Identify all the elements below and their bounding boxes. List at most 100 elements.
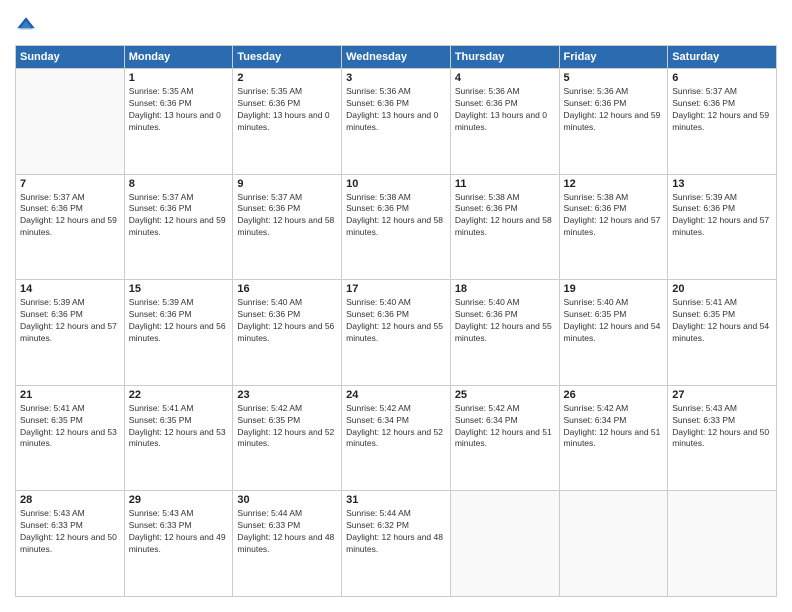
- sunset-text: Sunset: 6:35 PM: [672, 309, 772, 321]
- cell-info: Sunrise: 5:38 AMSunset: 6:36 PMDaylight:…: [455, 192, 555, 240]
- daylight-text: Daylight: 12 hours and 51 minutes.: [455, 427, 555, 451]
- sunrise-text: Sunrise: 5:40 AM: [455, 297, 555, 309]
- daylight-text: Daylight: 12 hours and 56 minutes.: [237, 321, 337, 345]
- day-number: 26: [564, 389, 664, 401]
- sunset-text: Sunset: 6:36 PM: [346, 309, 446, 321]
- day-number: 31: [346, 494, 446, 506]
- daylight-text: Daylight: 12 hours and 53 minutes.: [20, 427, 120, 451]
- sunset-text: Sunset: 6:36 PM: [564, 203, 664, 215]
- calendar-cell: 9Sunrise: 5:37 AMSunset: 6:36 PMDaylight…: [233, 174, 342, 280]
- sunset-text: Sunset: 6:36 PM: [455, 98, 555, 110]
- calendar-week-3: 14Sunrise: 5:39 AMSunset: 6:36 PMDayligh…: [16, 280, 777, 386]
- sunset-text: Sunset: 6:36 PM: [129, 309, 229, 321]
- cell-info: Sunrise: 5:42 AMSunset: 6:34 PMDaylight:…: [346, 403, 446, 451]
- calendar-cell: 8Sunrise: 5:37 AMSunset: 6:36 PMDaylight…: [124, 174, 233, 280]
- day-number: 22: [129, 389, 229, 401]
- sunrise-text: Sunrise: 5:37 AM: [20, 192, 120, 204]
- daylight-text: Daylight: 12 hours and 57 minutes.: [564, 215, 664, 239]
- sunset-text: Sunset: 6:34 PM: [346, 415, 446, 427]
- calendar-cell: 7 Sunrise: 5:37 AMSunset: 6:36 PMDaylight…: [16, 174, 125, 280]
- day-number: 14: [20, 283, 120, 295]
- calendar-week-5: 28Sunrise: 5:43 AMSunset: 6:33 PMDayligh…: [16, 491, 777, 597]
- day-number: 20: [672, 283, 772, 295]
- sunrise-text: Sunrise: 5:39 AM: [20, 297, 120, 309]
- cell-info: Sunrise: 5:40 AMSunset: 6:36 PMDaylight:…: [346, 297, 446, 345]
- calendar-cell: 27Sunrise: 5:43 AMSunset: 6:33 PMDayligh…: [668, 385, 777, 491]
- day-number: 15: [129, 283, 229, 295]
- sunrise-text: Sunrise: 5:40 AM: [237, 297, 337, 309]
- sunset-text: Sunset: 6:34 PM: [564, 415, 664, 427]
- sunrise-text: Sunrise: 5:39 AM: [672, 192, 772, 204]
- cell-info: Sunrise: 5:36 AMSunset: 6:36 PMDaylight:…: [564, 86, 664, 134]
- calendar-header-thursday: Thursday: [450, 46, 559, 69]
- calendar-header-tuesday: Tuesday: [233, 46, 342, 69]
- daylight-text: Daylight: 12 hours and 50 minutes.: [20, 532, 120, 556]
- sunrise-text: Sunrise: 5:44 AM: [346, 508, 446, 520]
- daylight-text: Daylight: 12 hours and 49 minutes.: [129, 532, 229, 556]
- calendar-cell: 28Sunrise: 5:43 AMSunset: 6:33 PMDayligh…: [16, 491, 125, 597]
- day-number: 27: [672, 389, 772, 401]
- day-number: 12: [564, 178, 664, 190]
- sunset-text: Sunset: 6:35 PM: [564, 309, 664, 321]
- sunrise-text: Sunrise: 5:37 AM: [129, 192, 229, 204]
- day-number: 1: [129, 72, 229, 84]
- daylight-text: Daylight: 12 hours and 54 minutes.: [672, 321, 772, 345]
- sunrise-text: Sunrise: 5:40 AM: [564, 297, 664, 309]
- sunset-text: Sunset: 6:32 PM: [346, 520, 446, 532]
- sunset-text: Sunset: 6:36 PM: [346, 98, 446, 110]
- cell-info: Sunrise: 5:35 AMSunset: 6:36 PMDaylight:…: [129, 86, 229, 134]
- calendar-cell: 29Sunrise: 5:43 AMSunset: 6:33 PMDayligh…: [124, 491, 233, 597]
- logo: [15, 15, 41, 37]
- daylight-text: Daylight: 13 hours and 0 minutes.: [129, 110, 229, 134]
- sunrise-text: Sunrise: 5:42 AM: [564, 403, 664, 415]
- day-number: 3: [346, 72, 446, 84]
- calendar-cell: 11Sunrise: 5:38 AMSunset: 6:36 PMDayligh…: [450, 174, 559, 280]
- sunset-text: Sunset: 6:36 PM: [564, 98, 664, 110]
- calendar-week-4: 21Sunrise: 5:41 AMSunset: 6:35 PMDayligh…: [16, 385, 777, 491]
- sunrise-text: Sunrise: 5:41 AM: [129, 403, 229, 415]
- sunrise-text: Sunrise: 5:37 AM: [237, 192, 337, 204]
- cell-info: Sunrise: 5:44 AMSunset: 6:32 PMDaylight:…: [346, 508, 446, 556]
- header: [15, 15, 777, 37]
- calendar-cell: 1 Sunrise: 5:35 AMSunset: 6:36 PMDaylight…: [124, 69, 233, 175]
- day-number: 7: [20, 178, 120, 190]
- cell-info: Sunrise: 5:37 AMSunset: 6:36 PMDaylight:…: [20, 192, 120, 240]
- calendar-cell: [450, 491, 559, 597]
- sunset-text: Sunset: 6:36 PM: [20, 309, 120, 321]
- calendar-header-wednesday: Wednesday: [342, 46, 451, 69]
- daylight-text: Daylight: 12 hours and 55 minutes.: [455, 321, 555, 345]
- sunset-text: Sunset: 6:36 PM: [129, 203, 229, 215]
- cell-info: Sunrise: 5:41 AMSunset: 6:35 PMDaylight:…: [20, 403, 120, 451]
- day-number: 16: [237, 283, 337, 295]
- calendar-cell: 2Sunrise: 5:35 AMSunset: 6:36 PMDaylight…: [233, 69, 342, 175]
- daylight-text: Daylight: 12 hours and 59 minutes.: [564, 110, 664, 134]
- sunset-text: Sunset: 6:33 PM: [20, 520, 120, 532]
- cell-info: Sunrise: 5:42 AMSunset: 6:34 PMDaylight:…: [455, 403, 555, 451]
- daylight-text: Daylight: 12 hours and 59 minutes.: [20, 215, 120, 239]
- sunrise-text: Sunrise: 5:42 AM: [455, 403, 555, 415]
- sunset-text: Sunset: 6:36 PM: [129, 98, 229, 110]
- calendar-header-sunday: Sunday: [16, 46, 125, 69]
- calendar-header-friday: Friday: [559, 46, 668, 69]
- calendar-cell: 31 Sunrise: 5:44 AMSunset: 6:32 PMDayligh…: [342, 491, 451, 597]
- day-number: 4: [455, 72, 555, 84]
- calendar-table: SundayMondayTuesdayWednesdayThursdayFrid…: [15, 45, 777, 597]
- sunset-text: Sunset: 6:36 PM: [455, 309, 555, 321]
- day-number: 2: [237, 72, 337, 84]
- sunrise-text: Sunrise: 5:39 AM: [129, 297, 229, 309]
- calendar-cell: 23Sunrise: 5:42 AMSunset: 6:35 PMDayligh…: [233, 385, 342, 491]
- calendar-cell: 21Sunrise: 5:41 AMSunset: 6:35 PMDayligh…: [16, 385, 125, 491]
- daylight-text: Daylight: 12 hours and 59 minutes.: [672, 110, 772, 134]
- day-number: 9: [237, 178, 337, 190]
- day-number: 18: [455, 283, 555, 295]
- sunrise-text: Sunrise: 5:36 AM: [564, 86, 664, 98]
- sunrise-text: Sunrise: 5:38 AM: [455, 192, 555, 204]
- sunset-text: Sunset: 6:36 PM: [455, 203, 555, 215]
- daylight-text: Daylight: 12 hours and 48 minutes.: [346, 532, 446, 556]
- calendar-cell: 17Sunrise: 5:40 AMSunset: 6:36 PMDayligh…: [342, 280, 451, 386]
- sunrise-text: Sunrise: 5:35 AM: [129, 86, 229, 98]
- calendar-header-saturday: Saturday: [668, 46, 777, 69]
- day-number: 23: [237, 389, 337, 401]
- daylight-text: Daylight: 12 hours and 52 minutes.: [237, 427, 337, 451]
- calendar-header-row: SundayMondayTuesdayWednesdayThursdayFrid…: [16, 46, 777, 69]
